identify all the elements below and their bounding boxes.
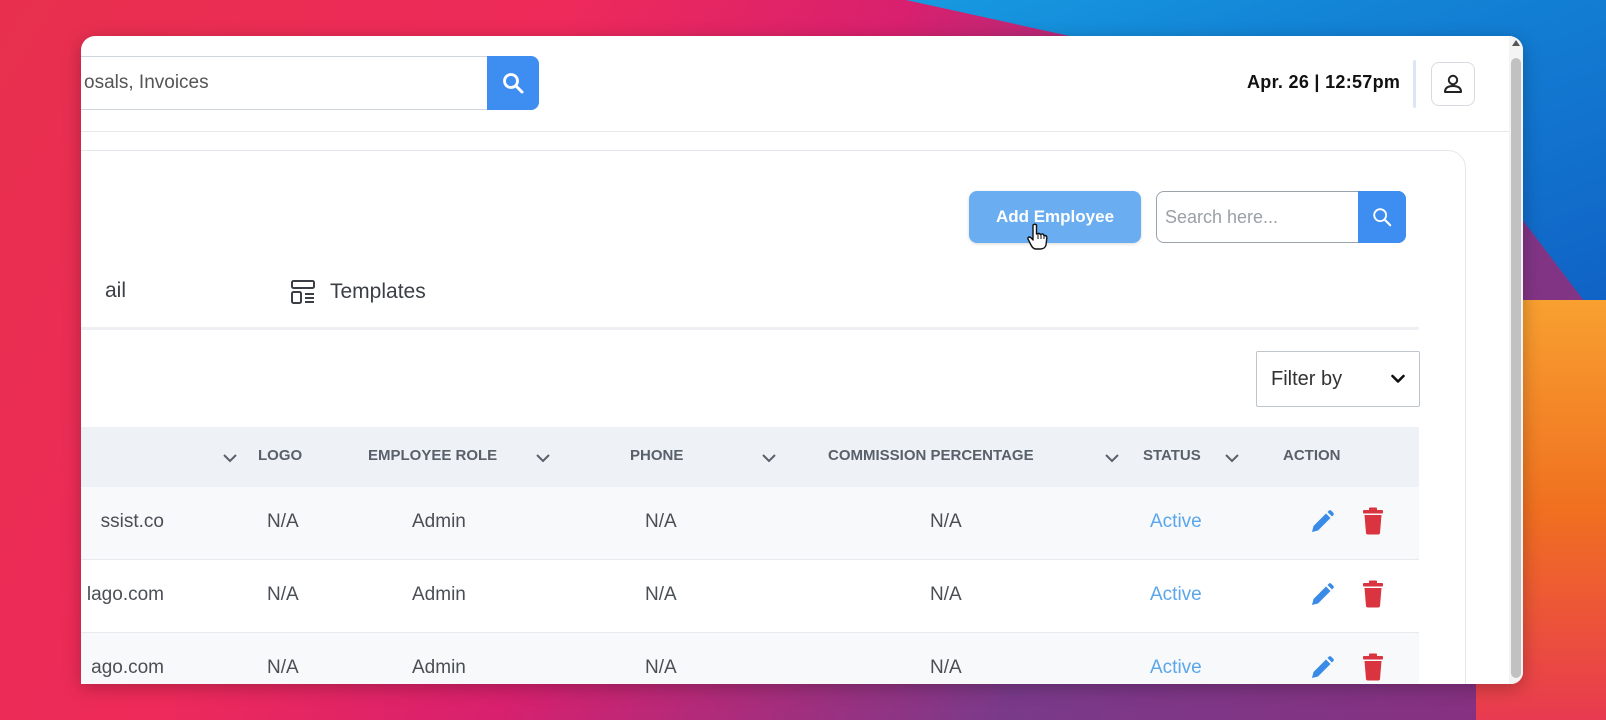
- status-badge: Active: [1150, 584, 1202, 605]
- email-cell: ago.com: [91, 657, 164, 678]
- logo-cell: N/A: [267, 584, 299, 605]
- chevron-down-icon[interactable]: [1224, 453, 1240, 463]
- header-divider: [1413, 60, 1416, 108]
- logo-cell: N/A: [267, 511, 299, 532]
- phone-cell: N/A: [645, 657, 677, 678]
- column-header-action: ACTION: [1283, 447, 1341, 464]
- column-header-commission-percentage[interactable]: COMMISSION PERCENTAGE: [828, 447, 1034, 464]
- scroll-up-icon[interactable]: [1512, 40, 1520, 46]
- trash-icon[interactable]: [1362, 507, 1384, 535]
- tab-label: ail: [104, 279, 126, 302]
- chevron-down-icon[interactable]: [535, 453, 551, 463]
- commission-cell: N/A: [930, 511, 962, 532]
- tab-templates[interactable]: Templates: [290, 279, 426, 305]
- browser-window: Apr. 26 | 12:57pm Add Employee: [81, 36, 1523, 684]
- edit-icon[interactable]: [1309, 582, 1335, 608]
- commission-cell: N/A: [930, 657, 962, 678]
- role-cell: Admin: [412, 657, 466, 678]
- date-time: Apr. 26 | 12:57pm: [1247, 72, 1401, 92]
- employee-search-input[interactable]: [1157, 192, 1355, 242]
- vertical-scrollbar[interactable]: [1509, 36, 1523, 684]
- filter-dropdown[interactable]: Filter by: [1256, 351, 1420, 407]
- tab-label: Templates: [330, 280, 426, 303]
- commission-cell: N/A: [930, 584, 962, 605]
- chevron-down-icon: [1391, 374, 1405, 383]
- add-employee-button[interactable]: Add Employee: [969, 191, 1141, 243]
- global-search-button[interactable]: [487, 56, 539, 110]
- hand-cursor-icon: [1027, 223, 1048, 250]
- trash-icon[interactable]: [1362, 580, 1384, 608]
- table-row: ago.com N/A Admin N/A N/A Active: [81, 633, 1419, 684]
- phone-cell: N/A: [645, 511, 677, 532]
- employee-search-button[interactable]: [1358, 191, 1406, 243]
- employees-card: Add Employee ail: [81, 150, 1466, 684]
- tabs-divider: [81, 327, 1419, 330]
- email-cell: ssist.co: [100, 511, 164, 532]
- global-search-input[interactable]: [81, 57, 484, 109]
- global-search: [81, 56, 539, 110]
- role-cell: Admin: [412, 584, 466, 605]
- role-cell: Admin: [412, 511, 466, 532]
- chevron-down-icon[interactable]: [1104, 453, 1120, 463]
- status-badge: Active: [1150, 511, 1202, 532]
- column-header-logo[interactable]: LOGO: [258, 447, 302, 464]
- search-icon: [503, 73, 524, 94]
- top-bar: Apr. 26 | 12:57pm: [81, 36, 1509, 132]
- trash-icon[interactable]: [1362, 653, 1384, 681]
- user-menu-button[interactable]: [1431, 62, 1475, 106]
- edit-icon[interactable]: [1309, 509, 1335, 535]
- template-icon: [291, 280, 315, 304]
- scrollbar-thumb[interactable]: [1511, 58, 1521, 678]
- column-header-phone[interactable]: PHONE: [630, 447, 683, 464]
- column-header-employee-role[interactable]: EMPLOYEE ROLE: [368, 447, 497, 464]
- table-row: ssist.co N/A Admin N/A N/A Active: [81, 487, 1419, 560]
- edit-icon[interactable]: [1309, 655, 1335, 681]
- filter-label: Filter by: [1271, 367, 1343, 390]
- table-header: LOGO EMPLOYEE ROLE PHONE COMMISSION PERC…: [81, 427, 1419, 487]
- logo-cell: N/A: [267, 657, 299, 678]
- chevron-down-icon[interactable]: [761, 453, 777, 463]
- phone-cell: N/A: [645, 584, 677, 605]
- email-cell: lago.com: [86, 584, 164, 605]
- user-icon: [1444, 74, 1462, 93]
- employee-search: [1156, 191, 1406, 243]
- status-badge: Active: [1150, 657, 1202, 678]
- column-header-status[interactable]: STATUS: [1143, 447, 1201, 464]
- search-icon: [1373, 208, 1392, 227]
- chevron-down-icon[interactable]: [222, 453, 238, 463]
- table-row: lago.com N/A Admin N/A N/A Active: [81, 560, 1419, 633]
- tab-email[interactable]: ail: [81, 279, 126, 303]
